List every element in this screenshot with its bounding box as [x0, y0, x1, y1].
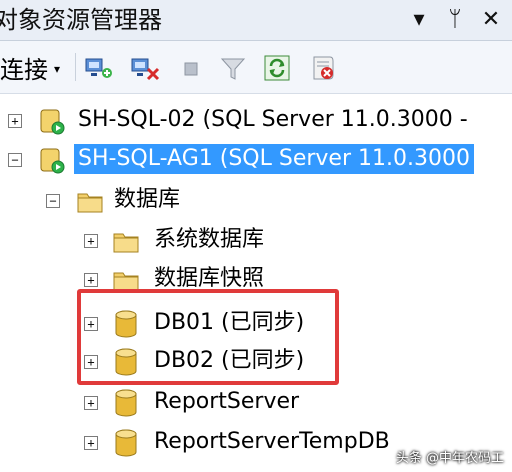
- tree-node-server[interactable]: + SH-SQL-02 (SQL Server 11.0.3000 -: [0, 102, 512, 138]
- stop-activity-monitor-icon[interactable]: [308, 53, 338, 83]
- collapse-icon[interactable]: −: [46, 194, 60, 208]
- expand-icon[interactable]: +: [8, 114, 22, 128]
- highlight-box: [77, 289, 339, 385]
- collapse-icon[interactable]: −: [8, 153, 22, 167]
- server-icon: [38, 145, 66, 175]
- expand-icon[interactable]: +: [84, 234, 98, 248]
- window-title: 对象资源管理器: [0, 6, 162, 34]
- tree-node-server-selected[interactable]: − SH-SQL-AG1 (SQL Server 11.0.3000: [0, 141, 512, 177]
- connect-label: 连接: [0, 55, 48, 84]
- refresh-icon[interactable]: [262, 53, 292, 83]
- folder-icon: [112, 226, 140, 256]
- disconnect-icon[interactable]: [130, 53, 160, 83]
- connect-object-explorer-icon[interactable]: [84, 53, 114, 83]
- filter-icon[interactable]: [218, 53, 248, 83]
- connect-button[interactable]: 连接 ▾: [0, 51, 61, 84]
- tree-node-label: SH-SQL-AG1 (SQL Server 11.0.3000: [74, 144, 474, 174]
- tree-node-label: 系统数据库: [154, 227, 265, 252]
- server-icon: [38, 106, 66, 136]
- tree-node-label: ReportServer: [154, 389, 300, 414]
- object-explorer-tree: + SH-SQL-02 (SQL Server 11.0.3000 - − SH…: [0, 94, 512, 472]
- toolbar-separator: [75, 53, 76, 81]
- expand-icon[interactable]: +: [84, 273, 98, 287]
- tree-node-databases-folder[interactable]: − 数据库: [0, 182, 512, 218]
- close-button[interactable]: ✕: [480, 8, 502, 32]
- watermark: 头条 @中年农码工: [395, 451, 504, 466]
- folder-icon: [76, 186, 104, 216]
- title-bar: 对象资源管理器 ▾ ᛘ ✕: [0, 0, 512, 41]
- database-icon: [112, 388, 140, 418]
- pin-button[interactable]: ᛘ: [444, 8, 466, 32]
- stop-icon[interactable]: [177, 53, 207, 83]
- connect-caret-icon: ▾: [54, 62, 61, 76]
- dropdown-caret-button[interactable]: ▾: [408, 8, 430, 32]
- tree-node-label: 数据库: [114, 187, 181, 212]
- tree-node-system-databases[interactable]: + 系统数据库: [0, 222, 512, 258]
- tree-node-label: ReportServerTempDB: [154, 429, 390, 454]
- toolbar: 连接 ▾: [0, 41, 512, 94]
- expand-icon[interactable]: +: [84, 436, 98, 450]
- title-controls: ▾ ᛘ ✕: [408, 4, 502, 36]
- tree-node-label: SH-SQL-02 (SQL Server 11.0.3000 -: [78, 107, 468, 132]
- tree-node-reportserver[interactable]: + ReportServer: [0, 384, 512, 420]
- database-icon: [112, 428, 140, 458]
- expand-icon[interactable]: +: [84, 396, 98, 410]
